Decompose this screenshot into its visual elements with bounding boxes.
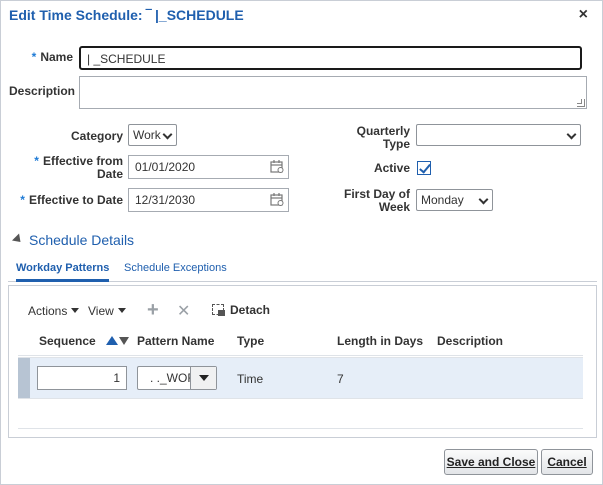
effective-to-value: 12/31/2030 (135, 193, 196, 207)
calendar-icon[interactable] (270, 159, 284, 173)
cancel-button[interactable]: Cancel (541, 449, 593, 475)
chevron-down-icon (71, 308, 80, 313)
sort-icons[interactable] (106, 336, 130, 346)
schedule-details-header[interactable]: Schedule Details (11, 232, 134, 248)
column-header-pattern-name[interactable]: Pattern Name (137, 334, 214, 348)
chevron-down-icon (566, 129, 577, 140)
tab-workday-patterns[interactable]: Workday Patterns (16, 262, 110, 282)
category-select[interactable]: Work (128, 124, 177, 146)
effective-from-label: * Effective from Date (34, 154, 123, 181)
length-in-days-cell: 7 (337, 372, 344, 386)
resize-grip-icon[interactable] (577, 99, 585, 107)
quarterly-type-select[interactable] (416, 124, 581, 146)
calendar-icon[interactable] (270, 192, 284, 206)
tab-schedule-exceptions[interactable]: Schedule Exceptions (124, 262, 227, 274)
chevron-down-icon (117, 308, 126, 313)
row-selector[interactable] (18, 358, 30, 398)
table-row[interactable]: 1 . ._WOR Time 7 (18, 357, 583, 399)
close-icon[interactable]: × (579, 6, 588, 24)
chevron-down-icon (162, 129, 173, 140)
first-day-of-week-value: Monday (421, 193, 464, 207)
table-header: Sequence Pattern Name Type Length in Day… (18, 327, 583, 356)
edit-time-schedule-dialog: Edit Time Schedule: ‾ |_SCHEDULE × * Name… (0, 0, 603, 485)
sort-descending-icon[interactable] (119, 337, 129, 345)
sort-ascending-icon[interactable] (106, 336, 118, 345)
effective-from-date-field[interactable]: 01/01/2020 (128, 155, 289, 179)
effective-from-value: 01/01/2020 (135, 160, 196, 174)
detach-icon (212, 304, 225, 316)
pattern-name-combobox[interactable]: . ._WOR (137, 366, 217, 390)
view-menu[interactable]: View (88, 304, 126, 318)
first-day-of-week-label: First Day of Week (343, 187, 410, 214)
active-label: Active (373, 161, 410, 175)
add-icon[interactable]: + (147, 300, 159, 320)
name-label: * Name (31, 50, 73, 64)
workday-patterns-panel: Actions View + ✕ Detach Sequence Pattern… (8, 285, 597, 438)
column-header-sequence[interactable]: Sequence (39, 334, 96, 348)
description-field[interactable] (79, 76, 587, 109)
type-cell: Time (237, 372, 264, 386)
column-header-length-in-days[interactable]: Length in Days (337, 334, 423, 348)
category-label: Category (70, 129, 123, 143)
sequence-input[interactable]: 1 (37, 366, 127, 390)
first-day-of-week-select[interactable]: Monday (416, 189, 493, 211)
dialog-title: Edit Time Schedule: ‾ |_SCHEDULE (9, 7, 244, 23)
detach-button[interactable]: Detach (212, 303, 270, 317)
description-label: Description (9, 84, 76, 98)
actions-menu[interactable]: Actions (28, 304, 80, 318)
dropdown-arrow-icon[interactable] (190, 367, 216, 389)
column-header-description[interactable]: Description (437, 334, 503, 348)
column-header-type[interactable]: Type (237, 334, 264, 348)
chevron-down-icon (478, 194, 489, 205)
active-checkbox[interactable] (417, 161, 431, 175)
quarterly-type-label: Quarterly Type (356, 124, 410, 151)
collapse-triangle-icon (11, 233, 25, 246)
effective-to-date-field[interactable]: 12/31/2030 (128, 188, 289, 212)
effective-to-label: * Effective to Date (20, 193, 123, 207)
save-and-close-button[interactable]: Save and Close (444, 449, 538, 475)
schedule-details-tabs: Workday Patterns Schedule Exceptions (8, 258, 597, 282)
name-field[interactable]: | _SCHEDULE (79, 46, 582, 70)
category-value: Work (133, 128, 161, 142)
delete-icon[interactable]: ✕ (177, 302, 190, 322)
table-divider (18, 428, 583, 429)
